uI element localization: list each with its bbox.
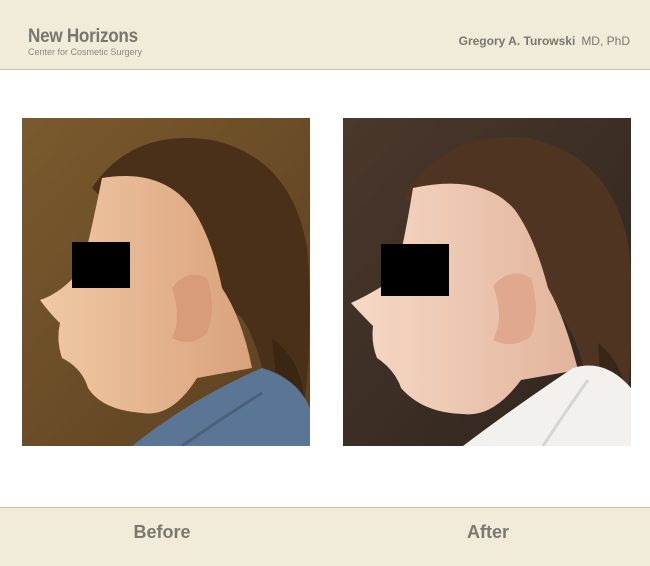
before-caption: Before xyxy=(133,522,191,542)
brand-subtitle: Center for Cosmetic Surgery xyxy=(28,47,143,57)
privacy-bar xyxy=(72,242,130,288)
privacy-bar xyxy=(381,244,449,296)
doctor-degrees: MD, PhD xyxy=(581,34,630,48)
brand-name: New Horizons xyxy=(28,26,138,47)
before-photo xyxy=(22,118,310,446)
after-caption: After xyxy=(466,522,509,542)
doctor-credit: Gregory A. Turowski MD, PhD xyxy=(459,34,630,48)
doctor-name: Gregory A. Turowski xyxy=(458,34,576,48)
header-banner: New Horizons Center for Cosmetic Surgery… xyxy=(0,0,650,70)
footer-banner: Before After xyxy=(0,507,650,566)
after-photo xyxy=(343,118,631,446)
